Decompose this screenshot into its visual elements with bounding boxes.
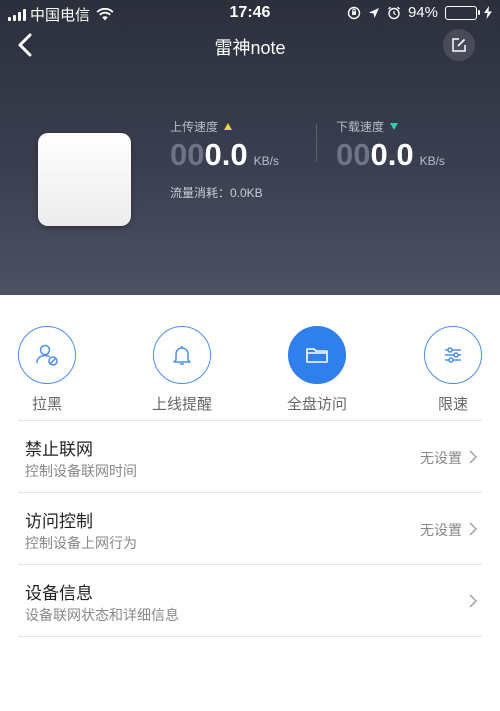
- bell-icon: [173, 346, 191, 365]
- block-button[interactable]: 拉黑: [2, 326, 92, 414]
- download-arrow-icon: [390, 123, 399, 130]
- list-item-disable-network[interactable]: 禁止联网 控制设备联网时间 无设置: [18, 421, 482, 493]
- list-item-access-control[interactable]: 访问控制 控制设备上网行为 无设置: [18, 493, 482, 565]
- status-right: 94%: [347, 4, 492, 21]
- location-icon: [368, 7, 379, 18]
- speed-divider: [316, 124, 317, 162]
- online-alert-button[interactable]: 上线提醒: [137, 326, 227, 414]
- list-item-device-info[interactable]: 设备信息 设备联网状态和详细信息: [18, 565, 482, 637]
- traffic-usage: 流量消耗：0.0KB: [170, 186, 263, 200]
- chevron-right-icon: [469, 522, 478, 536]
- upload-speed-unit: KB/s: [253, 154, 279, 168]
- list-item-title: 访问控制: [25, 512, 93, 531]
- action-bar: 拉黑 上线提醒 全盘访问 限速: [0, 326, 500, 416]
- download-speed-number: 0.0: [370, 137, 414, 172]
- full-disk-access-label: 全盘访问: [286, 396, 347, 413]
- upload-arrow-icon: [224, 123, 233, 130]
- speed-limit-label: 限速: [437, 396, 468, 413]
- list-item-title: 设备信息: [25, 584, 93, 603]
- chevron-right-icon: [469, 594, 478, 608]
- list-item-subtitle: 设备联网状态和详细信息: [25, 607, 179, 623]
- upload-speed-title: 上传速度: [170, 120, 219, 134]
- block-circle: [18, 326, 76, 384]
- status-bar: 中国电信 17:46 94%: [0, 0, 500, 26]
- speed-limit-circle: [424, 326, 482, 384]
- upload-speed-value: 00 0.0 KB/s: [170, 137, 279, 173]
- list-item-title: 禁止联网: [25, 440, 93, 459]
- folder-icon: [306, 348, 328, 363]
- list-item-value: 无设置: [420, 522, 462, 538]
- full-disk-access-circle: [288, 326, 346, 384]
- download-speed-label: 下载速度: [336, 118, 445, 135]
- page-title: 雷神note: [214, 38, 286, 58]
- edit-button[interactable]: [443, 29, 475, 61]
- upload-speed-leading: 00: [170, 137, 205, 172]
- list-item-subtitle: 控制设备联网时间: [25, 463, 137, 479]
- online-alert-label: 上线提醒: [151, 396, 212, 413]
- upload-speed-number: 0.0: [204, 137, 248, 172]
- list-item-value: 无设置: [420, 450, 462, 466]
- block-user-icon: [36, 344, 58, 366]
- alarm-icon: [388, 6, 400, 19]
- download-speed: 下载速度 00 0.0 KB/s: [336, 118, 445, 173]
- orientation-lock-icon: [347, 6, 361, 19]
- device-image: [38, 133, 131, 226]
- edit-icon: [452, 38, 466, 52]
- download-speed-value: 00 0.0 KB/s: [336, 137, 445, 173]
- battery-percent: 94%: [407, 4, 438, 21]
- download-speed-leading: 00: [336, 137, 371, 172]
- speed-limit-button[interactable]: 限速: [408, 326, 498, 414]
- sliders-icon: [445, 347, 461, 363]
- battery-icon: [445, 5, 480, 20]
- upload-speed: 上传速度 00 0.0 KB/s: [170, 118, 279, 173]
- list-item-subtitle: 控制设备上网行为: [25, 535, 137, 551]
- device-header: 中国电信 17:46 94% 雷神note 上传速度 00 0.0 KB/s 下…: [0, 0, 500, 295]
- full-disk-access-button[interactable]: 全盘访问: [272, 326, 362, 414]
- online-alert-circle: [153, 326, 211, 384]
- upload-speed-label: 上传速度: [170, 118, 279, 135]
- settings-list: 禁止联网 控制设备联网时间 无设置 访问控制 控制设备上网行为 无设置 设备信息…: [18, 420, 482, 637]
- download-speed-unit: KB/s: [419, 154, 445, 168]
- charging-icon: [484, 6, 492, 19]
- chevron-right-icon: [469, 450, 478, 464]
- download-speed-title: 下载速度: [336, 120, 385, 134]
- block-label: 拉黑: [31, 396, 62, 413]
